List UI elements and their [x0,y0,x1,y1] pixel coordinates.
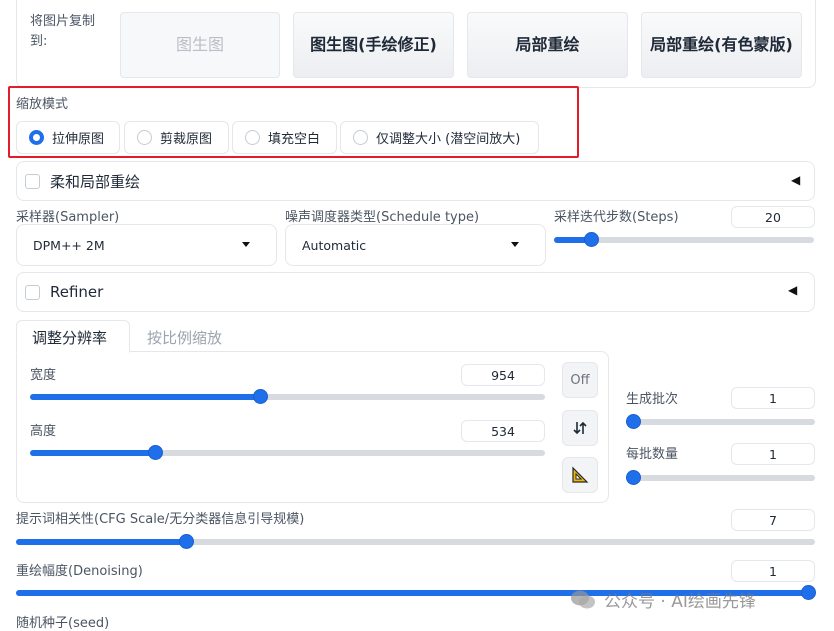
sampler-dropdown[interactable]: DPM++ 2M [16,224,277,266]
steps-input[interactable]: 20 [731,206,815,228]
batch-count-slider-track[interactable] [626,419,815,425]
schedule-type-label: 噪声调度器类型(Schedule type) [285,210,480,225]
copy-to-img2img-button[interactable]: 图生图 [120,12,280,78]
cfg-scale-input[interactable]: 7 [731,509,815,531]
denoising-input[interactable]: 1 [731,560,815,582]
height-slider-track[interactable] [30,450,545,456]
set-square-ruler-icon [572,466,589,483]
height-slider-fill [30,450,156,456]
watermark-text: 公众号 · AI绘画先锋 [604,592,756,612]
schedule-type-value: Automatic [302,237,367,253]
batch-size-slider-thumb[interactable] [626,470,641,485]
seed-label: 随机种子(seed) [16,616,110,631]
collapse-caret-icon[interactable]: ◀ [788,283,797,297]
chevron-down-icon [511,242,519,247]
swap-dimensions-button[interactable] [562,410,598,446]
tab-resize-to[interactable]: 调整分辨率 [32,327,107,348]
height-slider-thumb[interactable] [148,445,163,460]
steps-label: 采样迭代步数(Steps) [554,210,679,225]
batch-size-input[interactable]: 1 [731,443,815,465]
wechat-icon [571,590,595,608]
refiner-label: Refiner [50,283,104,301]
swap-arrows-icon [573,421,587,435]
height-label: 高度 [30,424,57,439]
soft-inpainting-label: 柔和局部重绘 [50,173,141,191]
collapse-caret-icon[interactable]: ◀ [791,173,800,187]
batch-count-input[interactable]: 1 [731,387,815,409]
refiner-accordion[interactable] [16,272,815,312]
hires-off-button[interactable]: Off [562,362,598,398]
denoising-slider-thumb[interactable] [801,585,816,600]
soft-inpainting-checkbox[interactable] [25,174,40,189]
width-label: 宽度 [30,368,57,383]
width-slider-fill [30,394,261,400]
cfg-scale-label: 提示词相关性(CFG Scale/无分类器信息引导规模) [16,512,305,527]
width-input[interactable]: 954 [461,364,545,386]
sampler-label: 采样器(Sampler) [16,210,120,225]
chevron-down-icon [242,242,250,247]
height-input[interactable]: 534 [461,420,545,442]
cfg-scale-slider-fill [16,539,186,545]
steps-slider-thumb[interactable] [584,232,599,247]
copy-to-label: 将图片复制到: [30,14,96,49]
batch-count-slider-thumb[interactable] [626,414,641,429]
watermark: 公众号 · AI绘画先锋 [570,587,756,612]
copy-to-inpaint-button[interactable]: 局部重绘 [467,12,628,78]
cfg-scale-slider-thumb[interactable] [179,534,194,549]
batch-size-slider-track[interactable] [626,475,815,481]
copy-to-inpaint-sketch-button[interactable]: 局部重绘(有色蒙版) [641,12,802,78]
schedule-type-dropdown[interactable]: Automatic [285,224,546,266]
aspect-ratio-button[interactable] [562,457,598,493]
sampler-value: DPM++ 2M [33,237,105,253]
denoising-label: 重绘幅度(Denoising) [16,564,143,579]
refiner-checkbox[interactable] [25,285,40,300]
red-highlight-box [8,86,579,158]
copy-to-sketch-button[interactable]: 图生图(手绘修正) [293,12,454,78]
width-slider-track[interactable] [30,394,545,400]
width-slider-thumb[interactable] [253,389,268,404]
tab-resize-by[interactable]: 按比例缩放 [147,327,222,348]
batch-size-label: 每批数量 [626,447,679,462]
cfg-scale-slider-track[interactable] [16,539,815,545]
batch-count-label: 生成批次 [626,392,679,407]
